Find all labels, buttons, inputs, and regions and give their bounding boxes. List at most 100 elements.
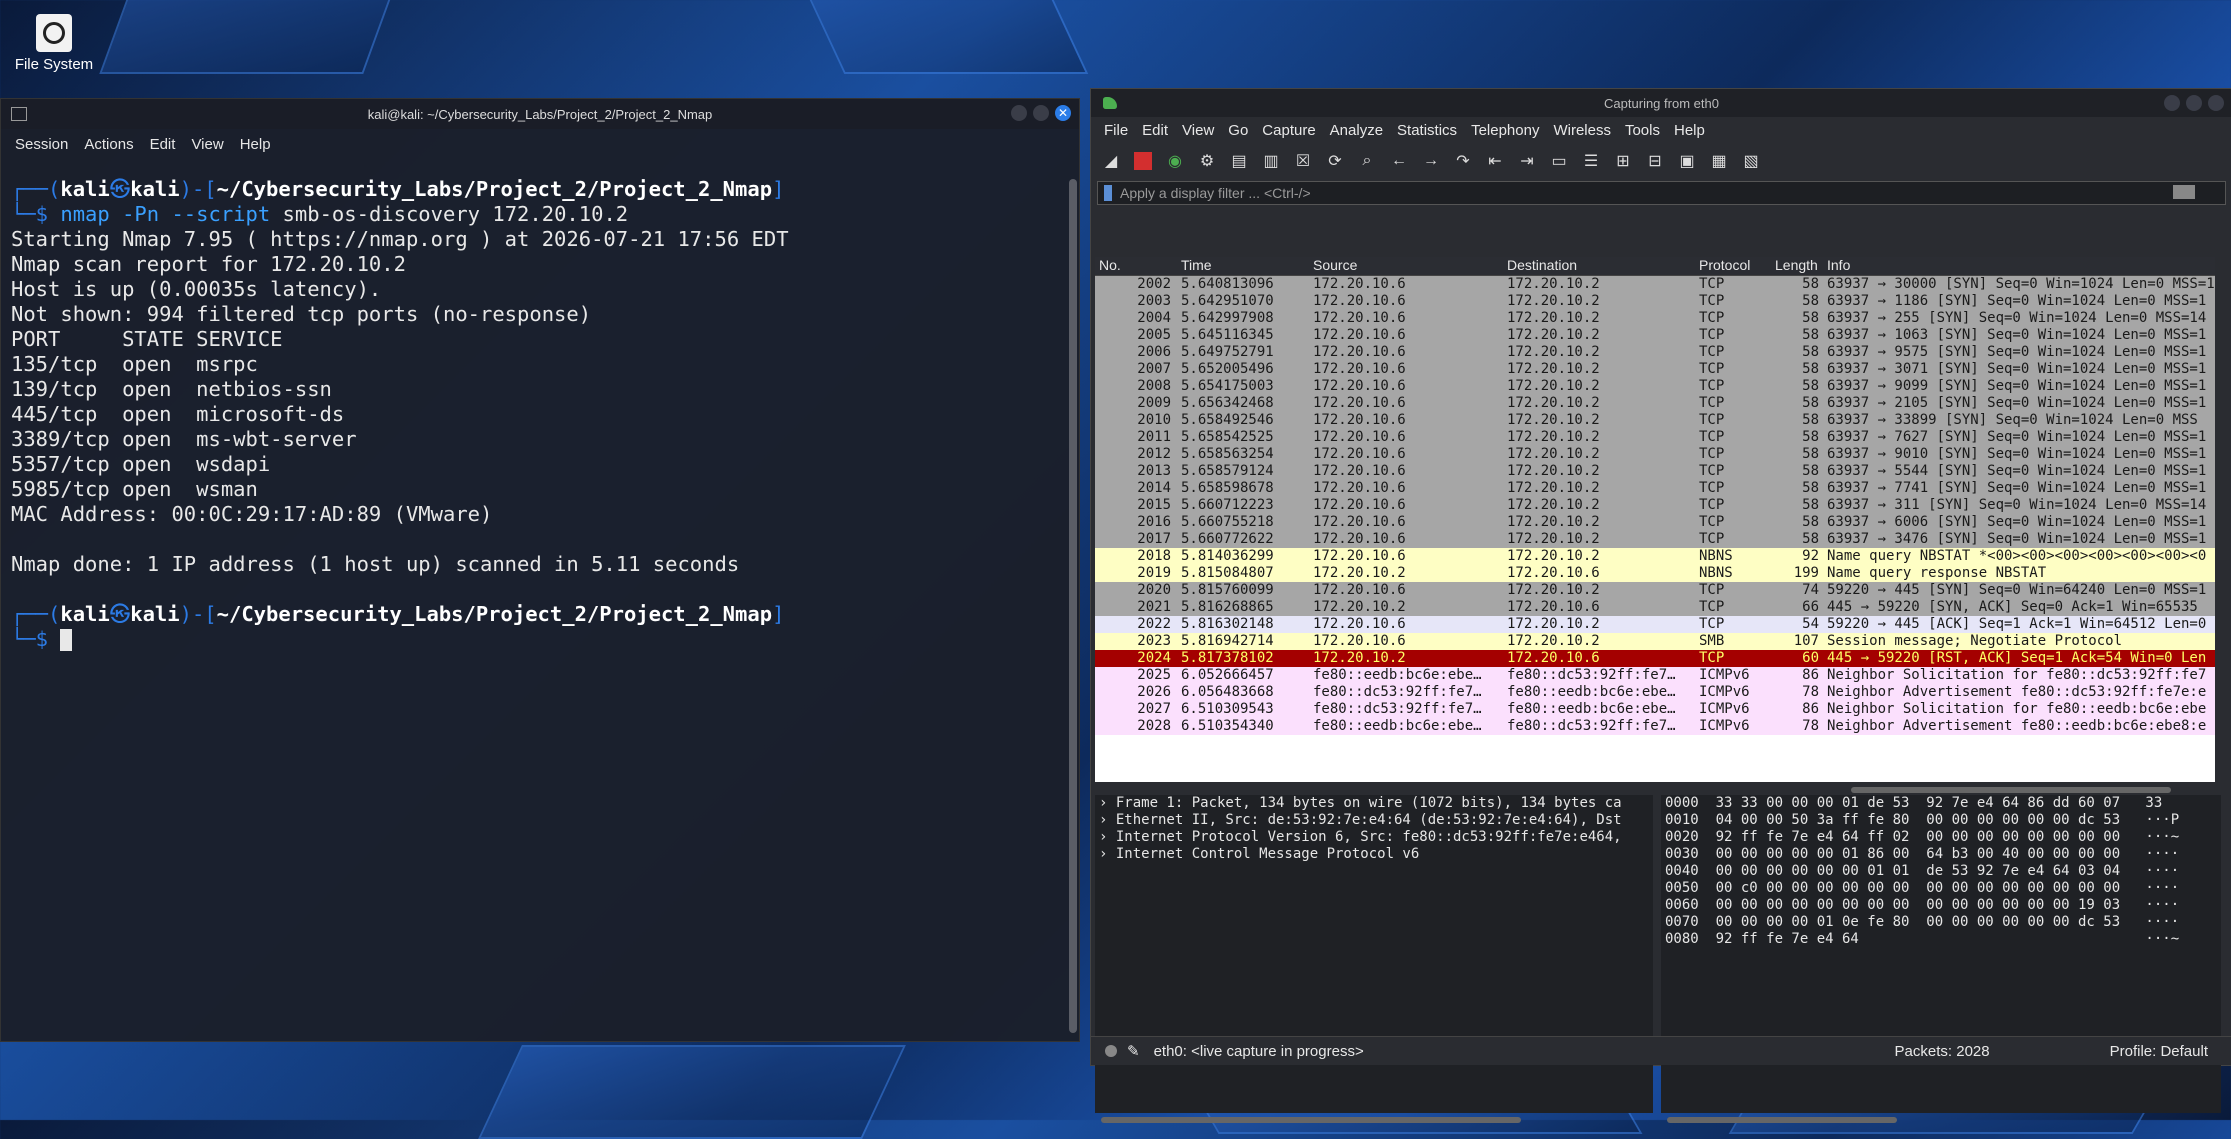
zoom-in-icon[interactable]: ⊞: [1611, 149, 1635, 173]
packet-row[interactable]: 2015 5.660712223 172.20.10.6 172.20.10.2 TCP…: [1095, 497, 2215, 514]
first-packet-icon[interactable]: ⇤: [1483, 149, 1507, 173]
packet-row[interactable]: 2022 5.816302148 172.20.10.6 172.20.10.2 TCP…: [1095, 616, 2215, 633]
reload-icon[interactable]: ⟳: [1323, 149, 1347, 173]
column-header[interactable]: Info: [1823, 257, 2215, 275]
menu-telephony[interactable]: Telephony: [1464, 122, 1546, 139]
packet-row[interactable]: 2019 5.815084807 172.20.10.2 172.20.10.6 NBN…: [1095, 565, 2215, 582]
menu-edit[interactable]: Edit: [1135, 122, 1175, 139]
find-packet-icon[interactable]: ⌕: [1355, 149, 1379, 173]
wireshark-titlebar[interactable]: Capturing from eth0: [1091, 89, 2231, 117]
packet-row[interactable]: 2012 5.658563254 172.20.10.6 172.20.10.2 TCP…: [1095, 446, 2215, 463]
packet-row[interactable]: 2010 5.658492546 172.20.10.6 172.20.10.2 TCP…: [1095, 412, 2215, 429]
packet-row[interactable]: 2023 5.816942714 172.20.10.6 172.20.10.2 SMB…: [1095, 633, 2215, 650]
terminal-scrollbar[interactable]: [1069, 179, 1077, 1033]
packet-details-pane[interactable]: › Frame 1: Packet, 134 bytes on wire (10…: [1095, 795, 1653, 1113]
menu-capture[interactable]: Capture: [1255, 122, 1322, 139]
menu-edit[interactable]: Edit: [142, 136, 184, 153]
packet-row[interactable]: 2028 6.510354340 fe80::eedb:bc6e:ebe… fe80:…: [1095, 718, 2215, 735]
detail-row[interactable]: › Frame 1: Packet, 134 bytes on wire (10…: [1095, 795, 1653, 812]
terminal-titlebar[interactable]: kali@kali: ~/Cybersecurity_Labs/Project_…: [1, 99, 1079, 129]
colorize-icon[interactable]: ☰: [1579, 149, 1603, 173]
autoscroll-icon[interactable]: ▭: [1547, 149, 1571, 173]
stop-capture-icon[interactable]: [1131, 149, 1155, 173]
menu-help[interactable]: Help: [232, 136, 279, 153]
zoom-out-icon[interactable]: ⊟: [1643, 149, 1667, 173]
menu-file[interactable]: File: [1097, 122, 1135, 139]
column-header[interactable]: Protocol: [1695, 257, 1771, 275]
status-profile[interactable]: Profile: Default: [2110, 1043, 2208, 1060]
packet-row[interactable]: 2002 5.640813096 172.20.10.6 172.20.10.2 TCP…: [1095, 276, 2215, 293]
menu-session[interactable]: Session: [7, 136, 76, 153]
packet-row[interactable]: 2013 5.658579124 172.20.10.6 172.20.10.2 TCP…: [1095, 463, 2215, 480]
packet-row[interactable]: 2021 5.816268865 172.20.10.2 172.20.10.6 TCP…: [1095, 599, 2215, 616]
column-header[interactable]: No.: [1095, 257, 1177, 275]
maximize-button[interactable]: [1033, 105, 1049, 121]
menu-tools[interactable]: Tools: [1618, 122, 1667, 139]
apply-filter-button[interactable]: [2173, 185, 2195, 199]
packet-row[interactable]: 2014 5.658598678 172.20.10.6 172.20.10.2 TCP…: [1095, 480, 2215, 497]
display-filter-input[interactable]: Apply a display filter ... <Ctrl-/> +: [1097, 181, 2226, 205]
menu-go[interactable]: Go: [1221, 122, 1255, 139]
packet-row[interactable]: 2027 6.510309543 fe80::dc53:92ff:fe7… fe80:…: [1095, 701, 2215, 718]
go-forward-icon[interactable]: →: [1419, 149, 1443, 173]
capture-options-icon[interactable]: ⚙: [1195, 149, 1219, 173]
open-file-icon[interactable]: ▤: [1227, 149, 1251, 173]
packet-row[interactable]: 2026 6.056483668 fe80::dc53:92ff:fe7… fe80:…: [1095, 684, 2215, 701]
detail-row[interactable]: › Internet Protocol Version 6, Src: fe80…: [1095, 829, 1653, 846]
packet-bytes-pane[interactable]: 0000 33 33 00 00 00 01 de 53 92 7e e4 64…: [1661, 795, 2221, 1113]
last-packet-icon[interactable]: ⇥: [1515, 149, 1539, 173]
packet-row[interactable]: 2016 5.660755218 172.20.10.6 172.20.10.2 TCP…: [1095, 514, 2215, 531]
maximize-button[interactable]: [2186, 95, 2202, 111]
packet-row[interactable]: 2017 5.660772622 172.20.10.6 172.20.10.2 TCP…: [1095, 531, 2215, 548]
packet-row[interactable]: 2018 5.814036299 172.20.10.6 172.20.10.2 NBN…: [1095, 548, 2215, 565]
packet-row[interactable]: 2006 5.649752791 172.20.10.6 172.20.10.2 TCP…: [1095, 344, 2215, 361]
go-back-icon[interactable]: ←: [1387, 149, 1411, 173]
close-button[interactable]: [2208, 95, 2224, 111]
close-button[interactable]: ✕: [1055, 105, 1071, 121]
packet-row[interactable]: 2007 5.652005496 172.20.10.6 172.20.10.2 TCP…: [1095, 361, 2215, 378]
packet-row[interactable]: 2020 5.815760099 172.20.10.6 172.20.10.2 TCP…: [1095, 582, 2215, 599]
file-system-desktop-icon[interactable]: File System: [14, 14, 94, 73]
minimize-button[interactable]: [1011, 105, 1027, 121]
resize-columns-icon[interactable]: ▦: [1707, 149, 1731, 173]
packet-row[interactable]: 2025 6.052666457 fe80::eedb:bc6e:ebe… fe80:…: [1095, 667, 2215, 684]
capture-comment-icon[interactable]: ✎: [1127, 1042, 1140, 1060]
column-header[interactable]: Length: [1771, 257, 1823, 275]
save-file-icon[interactable]: ▥: [1259, 149, 1283, 173]
packet-row[interactable]: 2004 5.642997908 172.20.10.6 172.20.10.2 TCP…: [1095, 310, 2215, 327]
menu-actions[interactable]: Actions: [76, 136, 141, 153]
go-to-packet-icon[interactable]: ↷: [1451, 149, 1475, 173]
terminal-output[interactable]: ┌──(kali㉿kali)-[~/Cybersecurity_Labs/Pro…: [1, 169, 1065, 1041]
column-header[interactable]: Destination: [1503, 257, 1695, 275]
expert-info-icon[interactable]: [1105, 1045, 1117, 1057]
start-capture-icon[interactable]: ◢: [1099, 149, 1123, 173]
packet-row[interactable]: 2003 5.642951070 172.20.10.6 172.20.10.2 TCP…: [1095, 293, 2215, 310]
packet-list[interactable]: No. Time Source Destination Protocol Len…: [1095, 257, 2215, 782]
close-file-icon[interactable]: ☒: [1291, 149, 1315, 173]
packet-cell-info: 445 → 59220 [SYN, ACK] Seq=0 Ack=1 Win=6…: [1827, 599, 2198, 615]
minimize-button[interactable]: [2164, 95, 2180, 111]
bookmark-icon[interactable]: [1104, 185, 1112, 201]
packet-list-scrollbar[interactable]: [1851, 787, 2171, 793]
column-header[interactable]: Source: [1309, 257, 1503, 275]
packet-cell-src: 172.20.10.6: [1313, 344, 1406, 360]
packet-row[interactable]: 2011 5.658542525 172.20.10.6 172.20.10.2 TCP…: [1095, 429, 2215, 446]
packet-row[interactable]: 2005 5.645116345 172.20.10.6 172.20.10.2 TCP…: [1095, 327, 2215, 344]
bytes-scrollbar[interactable]: [1667, 1117, 1897, 1123]
expand-all-icon[interactable]: ▧: [1739, 149, 1763, 173]
detail-row[interactable]: › Ethernet II, Src: de:53:92:7e:e4:64 (d…: [1095, 812, 1653, 829]
details-scrollbar[interactable]: [1101, 1117, 1521, 1123]
packet-row[interactable]: 2024 5.817378102 172.20.10.2 172.20.10.6 TCP…: [1095, 650, 2215, 667]
detail-row[interactable]: › Internet Control Message Protocol v6: [1095, 846, 1653, 863]
menu-view[interactable]: View: [1175, 122, 1221, 139]
normal-size-icon[interactable]: ▣: [1675, 149, 1699, 173]
packet-row[interactable]: 2008 5.654175003 172.20.10.6 172.20.10.2 TCP…: [1095, 378, 2215, 395]
restart-capture-icon[interactable]: ◉: [1163, 149, 1187, 173]
menu-analyze[interactable]: Analyze: [1323, 122, 1390, 139]
menu-help[interactable]: Help: [1667, 122, 1712, 139]
packet-row[interactable]: 2009 5.656342468 172.20.10.6 172.20.10.2 TCP…: [1095, 395, 2215, 412]
menu-statistics[interactable]: Statistics: [1390, 122, 1464, 139]
menu-view[interactable]: View: [183, 136, 231, 153]
menu-wireless[interactable]: Wireless: [1546, 122, 1618, 139]
column-header[interactable]: Time: [1177, 257, 1309, 275]
